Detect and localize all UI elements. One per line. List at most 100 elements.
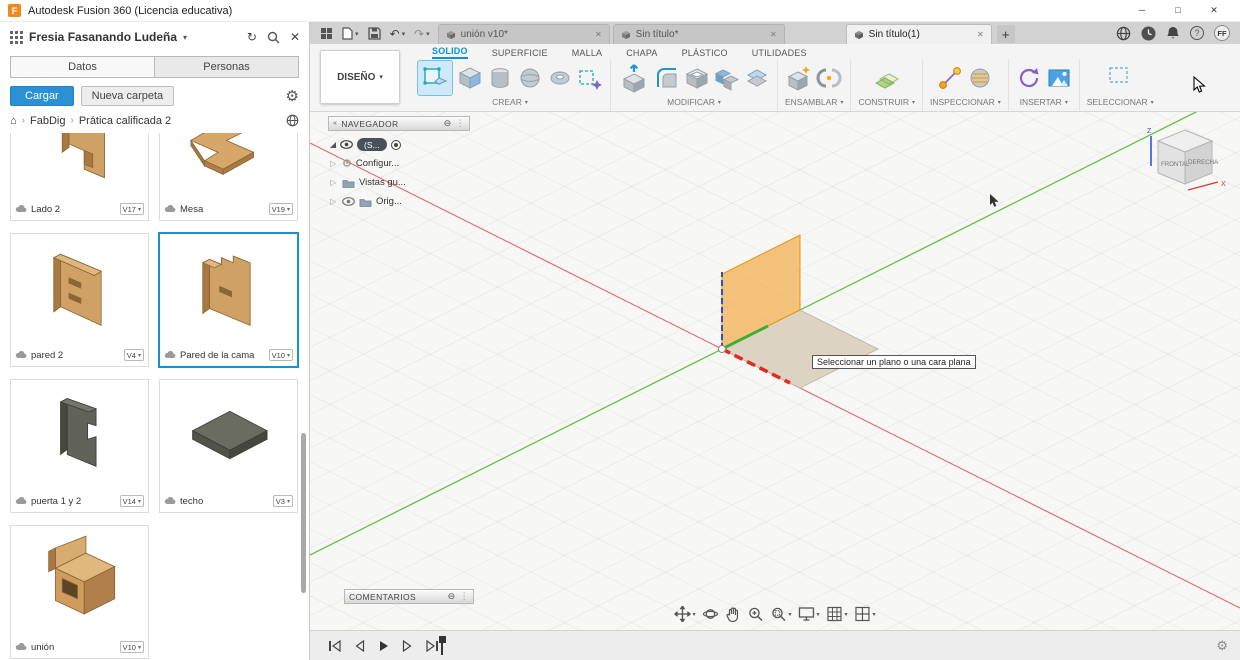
panel-settings-gear-icon[interactable]: ⚙ xyxy=(286,87,299,105)
zoom-button[interactable] xyxy=(747,606,763,622)
shell-button[interactable] xyxy=(684,65,710,91)
app-grid-icon[interactable] xyxy=(9,30,23,44)
close-tab-icon[interactable]: ✕ xyxy=(595,30,602,39)
env-tab-plastico[interactable]: PLÁSTICO xyxy=(682,48,728,59)
viewcube[interactable]: Z FRONTAL DERECHA X xyxy=(1138,124,1230,204)
item-card-puerta[interactable]: puerta 1 y 2 V14 ▾ xyxy=(10,379,149,513)
maximize-button[interactable]: □ xyxy=(1160,5,1196,16)
undo-button[interactable]: ↶ ▾ xyxy=(390,28,406,40)
breadcrumb-folder[interactable]: Prática calificada 2 xyxy=(79,115,171,127)
group-dropdown-inspeccionar[interactable]: INSPECCIONAR ▾ xyxy=(930,97,1001,107)
group-dropdown-crear[interactable]: CREAR ▾ xyxy=(492,97,528,107)
timeline-step-forward-button[interactable] xyxy=(402,639,413,652)
create-sketch-button[interactable] xyxy=(417,60,453,96)
env-tab-solido[interactable]: SOLIDO xyxy=(432,46,468,59)
scrollbar[interactable] xyxy=(301,433,306,593)
browser-root-row[interactable]: (S... xyxy=(330,135,470,154)
refresh-icon[interactable]: ↻ xyxy=(247,31,257,43)
browser-row-configuracion[interactable]: ▷ ⚙ Configur... xyxy=(330,154,470,173)
visibility-eye-icon[interactable] xyxy=(342,197,355,206)
item-card-union[interactable]: unión V10 ▾ xyxy=(10,525,149,659)
workspace-selector[interactable]: DISEÑO ▾ xyxy=(320,50,400,104)
construct-plane-button[interactable] xyxy=(874,65,900,91)
minimize-button[interactable]: ─ xyxy=(1124,5,1160,16)
display-settings-button[interactable]: ▾ xyxy=(798,607,820,621)
env-tab-superficie[interactable]: SUPERFICIE xyxy=(492,48,548,59)
close-tab-icon[interactable]: ✕ xyxy=(770,30,777,39)
collapse-panel-icon[interactable]: « xyxy=(333,120,337,127)
help-icon[interactable]: ? xyxy=(1190,26,1204,40)
open-on-web-icon[interactable] xyxy=(286,114,299,127)
item-card-lado2[interactable]: Lado 2 V17 ▾ xyxy=(10,133,149,221)
drag-handle-icon[interactable]: ⋮ xyxy=(456,118,465,129)
create-sphere-button[interactable] xyxy=(517,65,543,91)
job-status-clock-icon[interactable] xyxy=(1141,26,1156,41)
timeline-step-back-button[interactable] xyxy=(354,639,365,652)
pan-hand-button[interactable] xyxy=(725,606,740,622)
pan-button[interactable]: ▾ xyxy=(674,606,695,622)
browser-row-origen[interactable]: ▷ Orig... xyxy=(330,192,470,211)
version-badge[interactable]: V17 ▾ xyxy=(119,203,144,215)
insert-derive-button[interactable] xyxy=(1016,65,1042,91)
user-avatar[interactable]: FF xyxy=(1214,25,1230,41)
section-analysis-button[interactable] xyxy=(967,65,993,91)
timeline-position-marker[interactable] xyxy=(438,636,446,655)
breadcrumb-project[interactable]: FabDig xyxy=(30,115,65,127)
create-cylinder-button[interactable] xyxy=(487,65,513,91)
version-badge[interactable]: V10 ▾ xyxy=(268,349,293,361)
document-root-name[interactable]: (S... xyxy=(357,138,387,151)
notifications-bell-icon[interactable] xyxy=(1166,26,1180,41)
item-card-mesa[interactable]: Mesa V19 ▾ xyxy=(159,133,298,221)
expand-arrow-icon[interactable]: ▷ xyxy=(330,197,338,206)
orbit-button[interactable] xyxy=(702,606,719,622)
chevron-down-icon[interactable]: ▾ xyxy=(183,33,187,42)
close-button[interactable]: ✕ xyxy=(1196,5,1232,16)
drag-handle-icon[interactable]: ⋮ xyxy=(460,591,469,602)
env-tab-utilidades[interactable]: UTILIDADES xyxy=(752,48,807,59)
env-tab-malla[interactable]: MALLA xyxy=(572,48,603,59)
version-badge[interactable]: V4 ▾ xyxy=(123,349,144,361)
expand-arrow-icon[interactable]: ▷ xyxy=(330,159,338,168)
save-icon[interactable] xyxy=(367,27,381,40)
minimize-panel-icon[interactable]: ⊖ xyxy=(444,118,452,129)
fillet-button[interactable] xyxy=(654,65,680,91)
timeline-play-button[interactable] xyxy=(378,640,389,652)
split-body-button[interactable] xyxy=(744,65,770,91)
version-badge[interactable]: V14 ▾ xyxy=(119,495,144,507)
press-pull-button[interactable] xyxy=(618,62,650,94)
close-tab-icon[interactable]: ✕ xyxy=(977,30,984,39)
group-dropdown-insertar[interactable]: INSERTAR ▾ xyxy=(1020,97,1068,107)
browser-row-vistas[interactable]: ▷ Vistas gu... xyxy=(330,173,470,192)
new-folder-button[interactable]: Nueva carpeta xyxy=(80,86,175,106)
joint-button[interactable] xyxy=(816,65,842,91)
document-tab-sin-titulo-1-active[interactable]: Sin título(1) ✕ xyxy=(845,24,992,44)
version-badge[interactable]: V3 ▾ xyxy=(272,495,293,507)
combine-button[interactable] xyxy=(714,65,740,91)
extensions-globe-icon[interactable] xyxy=(1116,26,1131,41)
viewport-canvas[interactable]: « NAVEGADOR ⊖ ⋮ (S... ▷ ⚙ Configur... ▷ … xyxy=(310,112,1240,630)
document-tab-union[interactable]: unión v10* ✕ xyxy=(437,24,610,44)
minimize-panel-icon[interactable]: ⊖ xyxy=(448,591,456,602)
group-dropdown-modificar[interactable]: MODIFICAR ▾ xyxy=(667,97,721,107)
item-card-pared2[interactable]: pared 2 V4 ▾ xyxy=(10,233,149,367)
expand-arrow-icon[interactable]: ▷ xyxy=(330,178,338,187)
create-pattern-button[interactable] xyxy=(577,65,603,91)
tab-personas[interactable]: Personas xyxy=(154,56,299,78)
group-dropdown-seleccionar[interactable]: SELECCIONAR ▾ xyxy=(1087,97,1154,107)
item-card-pared-de-la-cama[interactable]: Pared de la cama V10 ▾ xyxy=(158,232,299,368)
close-panel-icon[interactable]: ✕ xyxy=(290,31,300,43)
team-name[interactable]: Fresia Fasanando Ludeña xyxy=(29,30,177,44)
upload-button[interactable]: Cargar xyxy=(10,86,74,106)
timeline-go-to-start-button[interactable] xyxy=(328,639,341,652)
new-document-tab-button[interactable]: + xyxy=(996,25,1015,43)
origin-point[interactable] xyxy=(718,345,726,353)
viewports-button[interactable]: ▾ xyxy=(855,606,876,622)
activate-component-radio[interactable] xyxy=(390,139,401,150)
group-dropdown-construir[interactable]: CONSTRUIR ▾ xyxy=(858,97,915,107)
select-tool-button[interactable] xyxy=(1107,65,1133,91)
version-badge[interactable]: V10 ▾ xyxy=(119,641,144,653)
create-box-button[interactable] xyxy=(457,65,483,91)
search-icon[interactable] xyxy=(267,31,280,44)
env-tab-chapa[interactable]: CHAPA xyxy=(626,48,657,59)
group-dropdown-ensamblar[interactable]: ENSAMBLAR ▾ xyxy=(785,97,843,107)
